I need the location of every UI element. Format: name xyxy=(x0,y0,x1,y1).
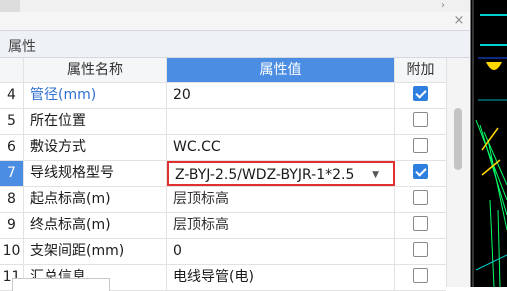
row-number: 9 xyxy=(0,213,24,238)
property-name: 起点标高(m) xyxy=(24,187,167,212)
property-value[interactable]: 0 xyxy=(167,239,395,264)
header-property-value[interactable]: 属性值 xyxy=(167,58,395,82)
property-name: 导线规格型号 xyxy=(24,161,167,186)
property-name: 敷设方式 xyxy=(24,135,167,160)
property-value[interactable]: 20 xyxy=(167,83,395,108)
header-attach[interactable]: 附加 xyxy=(395,58,446,82)
property-value-text: Z-BYJ-2.5/WDZ-BYJR-1*2.5 xyxy=(175,167,355,183)
row-number: 8 xyxy=(0,187,24,212)
attach-checkbox[interactable] xyxy=(413,268,428,283)
vertical-scrollbar[interactable] xyxy=(446,58,470,287)
table-row[interactable]: 6 敷设方式 WC.CC xyxy=(0,135,446,161)
table-row[interactable]: 9 终点标高(m) 层顶标高 xyxy=(0,213,446,239)
table-row[interactable]: 10 支架间距(mm) 0 xyxy=(0,239,446,265)
property-value[interactable]: WC.CC xyxy=(167,135,395,160)
attach-cell xyxy=(395,213,446,238)
attach-checkbox[interactable] xyxy=(413,138,428,153)
horizontal-scrollbar[interactable]: › xyxy=(0,0,470,12)
table-row[interactable]: 4 管径(mm) 20 xyxy=(0,83,446,109)
close-icon[interactable]: × xyxy=(452,12,466,30)
cad-canvas[interactable] xyxy=(470,0,507,287)
row-number: 4 xyxy=(0,83,24,108)
attach-checkbox[interactable] xyxy=(413,216,428,231)
property-value[interactable] xyxy=(167,109,395,134)
grid-header-row: 属性名称 属性值 附加 xyxy=(0,58,446,83)
attach-cell xyxy=(395,239,446,264)
attach-cell xyxy=(395,265,446,290)
row-number: 10 xyxy=(0,239,24,264)
bottom-tab[interactable] xyxy=(12,278,110,291)
property-name: 管径(mm) xyxy=(24,83,167,108)
attach-checkbox[interactable] xyxy=(413,190,428,205)
row-number: 7 xyxy=(0,161,24,186)
property-name: 所在位置 xyxy=(24,109,167,134)
attach-cell xyxy=(395,135,446,160)
attach-checkbox[interactable] xyxy=(413,86,428,101)
property-grid: 属性名称 属性值 附加 4 管径(mm) 20 5 所在位置 6 敷设方式 WC… xyxy=(0,58,446,291)
attach-cell xyxy=(395,187,446,212)
attach-checkbox[interactable] xyxy=(413,164,428,179)
scrollbar-thumb[interactable] xyxy=(0,0,20,12)
panel-title: 属性 xyxy=(8,39,36,55)
table-row-selected[interactable]: 7 导线规格型号 Z-BYJ-2.5/WDZ-BYJR-1*2.5 ▼ xyxy=(0,161,446,187)
scrollbar-thumb[interactable] xyxy=(454,108,462,170)
property-value[interactable]: 层顶标高 xyxy=(167,213,395,238)
attach-cell xyxy=(395,161,446,186)
cad-drawing xyxy=(470,0,507,287)
header-property-name[interactable]: 属性名称 xyxy=(24,58,167,82)
table-row[interactable]: 8 起点标高(m) 层顶标高 xyxy=(0,187,446,213)
row-number: 6 xyxy=(0,135,24,160)
property-value-dropdown[interactable]: Z-BYJ-2.5/WDZ-BYJR-1*2.5 ▼ xyxy=(167,161,395,186)
header-index-cell xyxy=(0,58,24,82)
table-row[interactable]: 5 所在位置 xyxy=(0,109,446,135)
property-value[interactable]: 层顶标高 xyxy=(167,187,395,212)
attach-checkbox[interactable] xyxy=(413,242,428,257)
dropdown-arrow-icon[interactable]: ▼ xyxy=(372,163,379,184)
panel-titlebar xyxy=(0,12,470,30)
row-number: 5 xyxy=(0,109,24,134)
attach-cell xyxy=(395,109,446,134)
attach-cell xyxy=(395,83,446,108)
attach-checkbox[interactable] xyxy=(413,112,428,127)
property-name: 支架间距(mm) xyxy=(24,239,167,264)
panel-header: 属性 xyxy=(0,30,470,58)
scroll-right-arrow-icon[interactable]: › xyxy=(436,0,450,12)
property-name: 终点标高(m) xyxy=(24,213,167,238)
property-value[interactable]: 电线导管(电) xyxy=(167,265,395,290)
